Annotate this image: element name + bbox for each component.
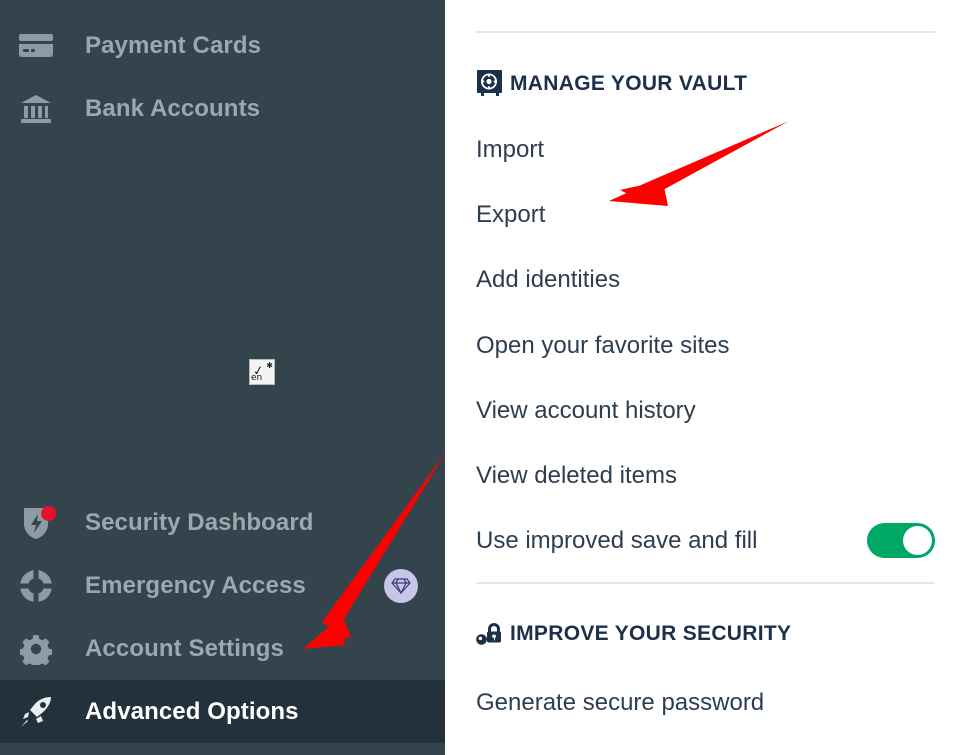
bank-icon: [14, 94, 58, 124]
ime-star-glyph: ✱: [266, 361, 273, 370]
credit-card-icon: [14, 33, 58, 59]
ime-pen-glyph: ✓: [251, 362, 266, 379]
panel-section-divider: [476, 582, 935, 584]
section-header-improve-your-security: IMPROVE YOUR SECURITY: [476, 620, 791, 648]
link-generate-secure-password[interactable]: Generate secure password: [476, 689, 764, 717]
section-header-manage-your-vault: MANAGE YOUR VAULT: [476, 70, 747, 98]
link-import[interactable]: Import: [476, 136, 544, 164]
key-lock-icon: [476, 620, 510, 648]
link-add-identities[interactable]: Add identities: [476, 266, 620, 294]
sidebar-item-label: Account Settings: [85, 634, 284, 662]
sidebar-item-label: Emergency Access: [85, 571, 306, 599]
toggle-knob: [903, 526, 932, 555]
premium-diamond-badge[interactable]: [384, 568, 418, 603]
use-improved-save-and-fill-toggle[interactable]: [867, 523, 935, 558]
life-preserver-icon: [14, 569, 58, 602]
setting-row-use-improved-save-and-fill: Use improved save and fill: [476, 523, 935, 558]
ime-handwriting-icon[interactable]: ✓ ✱ en: [249, 359, 275, 385]
sidebar-item-security-dashboard[interactable]: Security Dashboard: [0, 491, 445, 554]
safe-vault-icon: [476, 70, 510, 98]
sidebar-item-account-settings[interactable]: Account Settings: [0, 617, 445, 680]
gear-icon: [14, 633, 58, 665]
sidebar-item-bank-accounts[interactable]: Bank Accounts: [0, 77, 445, 140]
sidebar-item-label: Payment Cards: [85, 31, 262, 59]
sidebar: Payment Cards Bank Accounts Security Das…: [0, 0, 445, 755]
advanced-options-screen: Payment Cards Bank Accounts Security Das…: [0, 0, 963, 755]
notification-badge: [41, 505, 56, 521]
sidebar-item-advanced-options[interactable]: Advanced Options: [0, 680, 445, 743]
sidebar-item-payment-cards[interactable]: Payment Cards: [0, 14, 445, 77]
section-title: IMPROVE YOUR SECURITY: [510, 622, 792, 645]
shield-bolt-icon: [14, 505, 58, 540]
link-export[interactable]: Export: [476, 201, 545, 229]
link-view-account-history[interactable]: View account history: [476, 397, 696, 425]
advanced-options-panel: MANAGE YOUR VAULT Import Export Add iden…: [445, 0, 963, 755]
sidebar-item-label: Bank Accounts: [85, 94, 261, 122]
link-open-your-favorite-sites[interactable]: Open your favorite sites: [476, 332, 729, 360]
sidebar-item-emergency-access[interactable]: Emergency Access: [0, 554, 445, 617]
link-view-deleted-items[interactable]: View deleted items: [476, 462, 677, 490]
section-title: MANAGE YOUR VAULT: [510, 72, 748, 95]
setting-label: Use improved save and fill: [476, 526, 758, 554]
rocket-icon: [14, 696, 58, 728]
panel-top-divider: [476, 31, 935, 33]
sidebar-item-label: Advanced Options: [85, 697, 299, 725]
sidebar-item-label: Security Dashboard: [85, 508, 314, 536]
